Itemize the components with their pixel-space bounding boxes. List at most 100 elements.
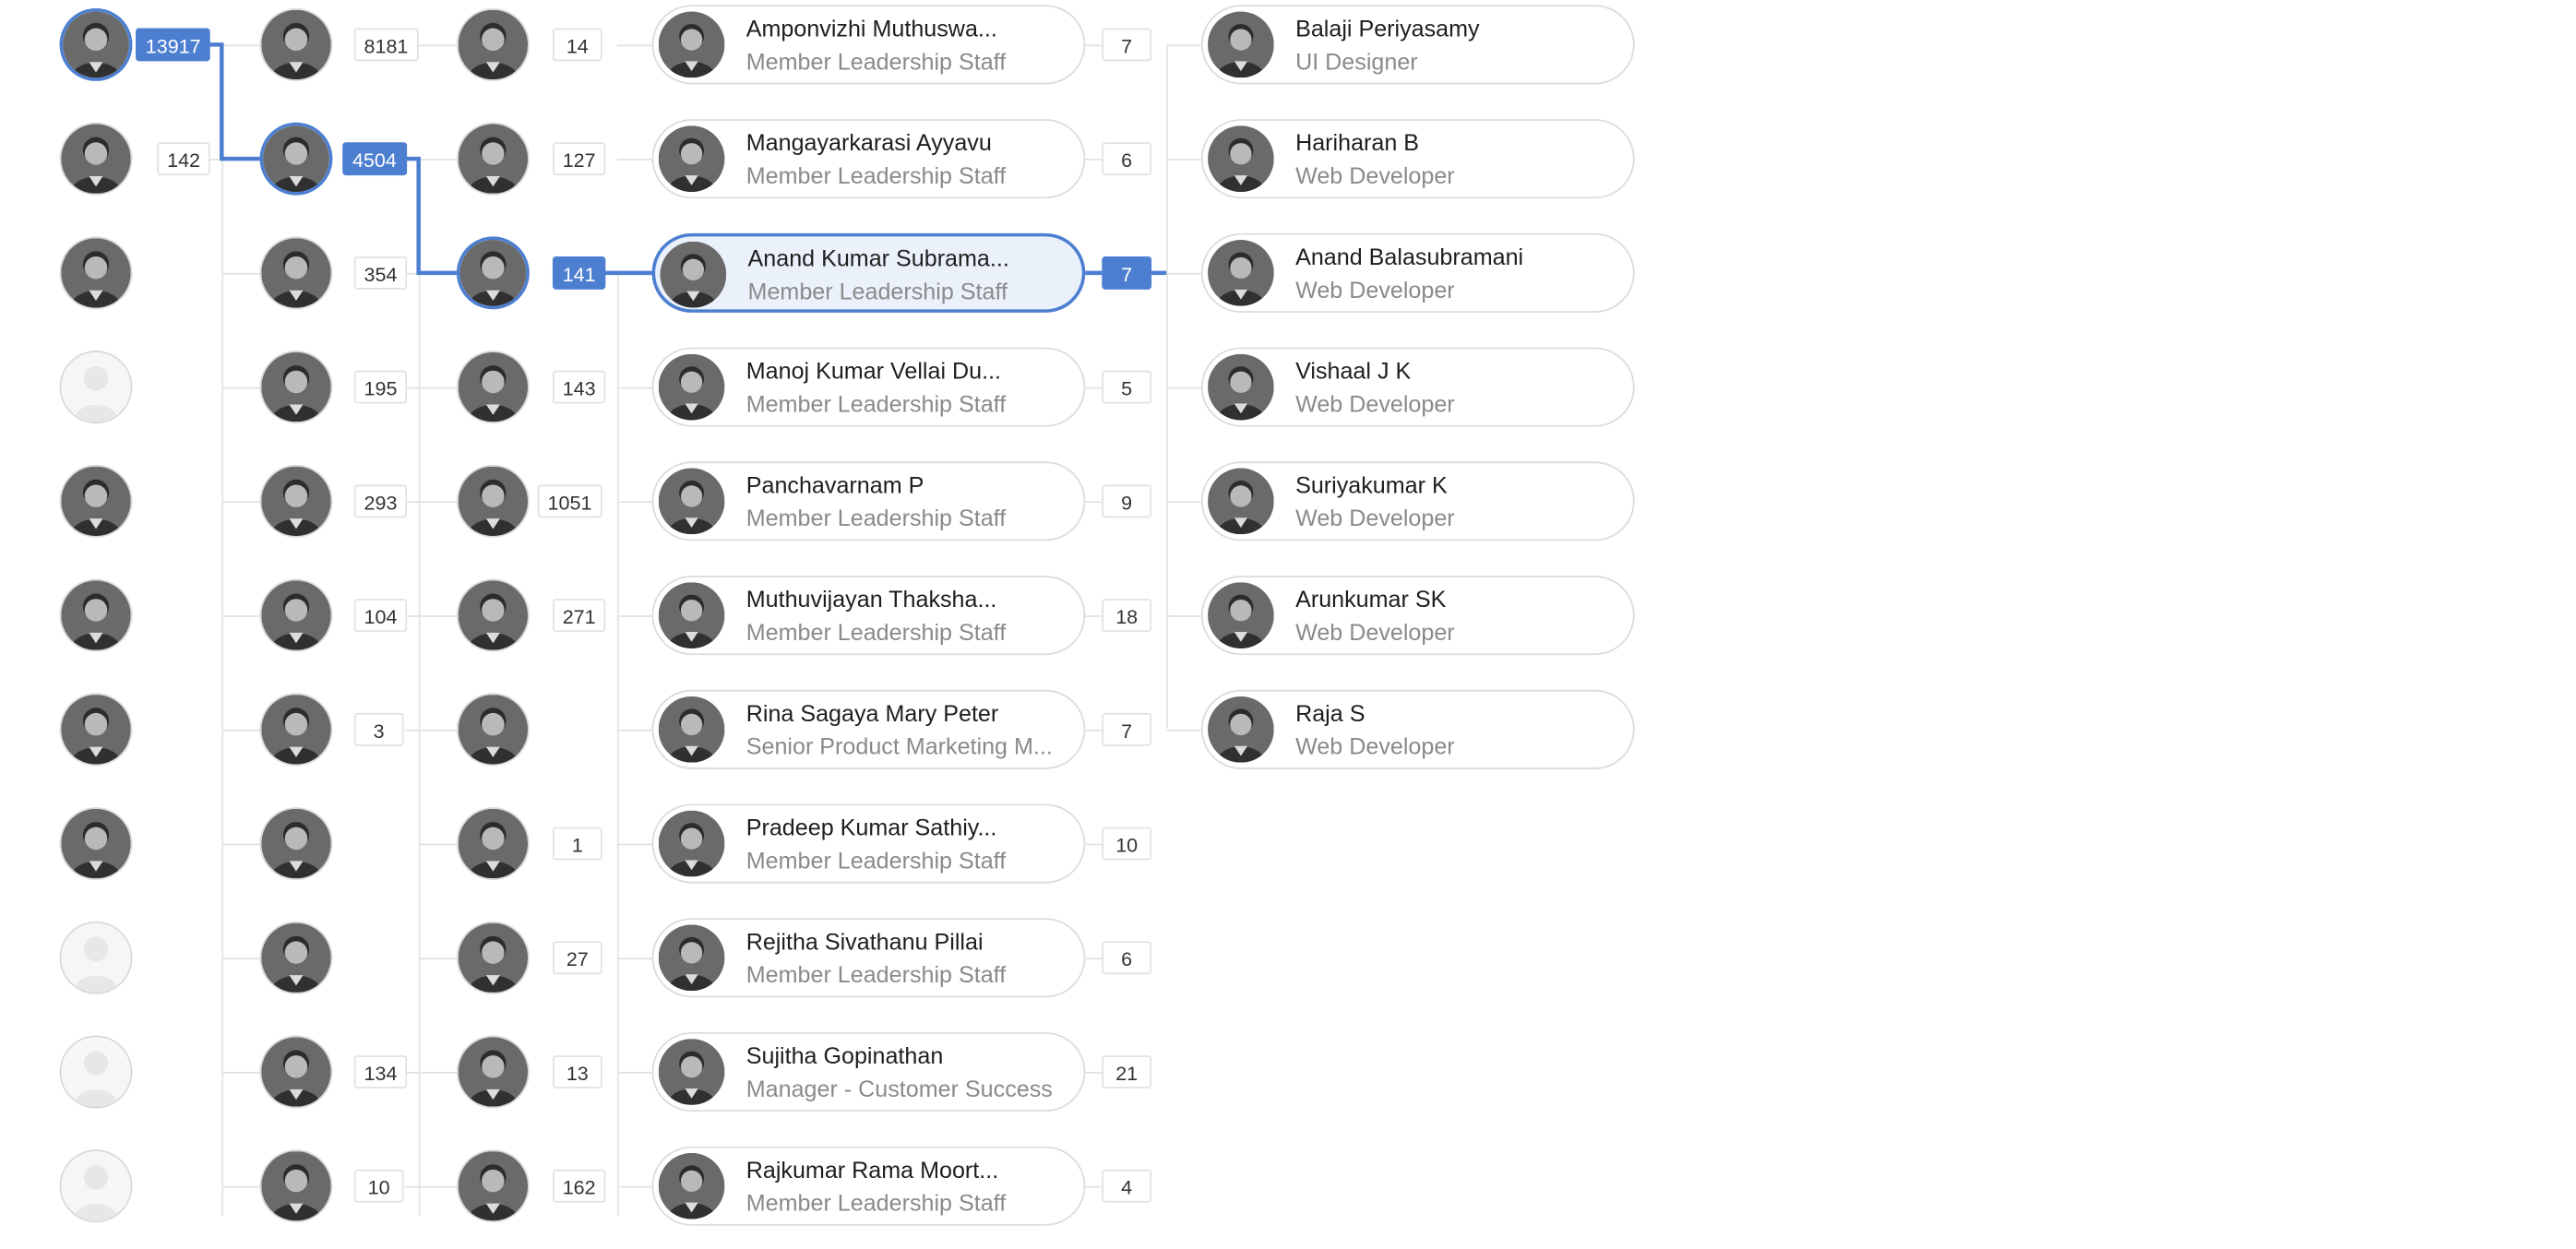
employee-card[interactable]: Raja S Web Developer [1200, 689, 1635, 769]
colleague-avatar[interactable] [456, 236, 530, 310]
colleague-avatar[interactable] [259, 1149, 333, 1223]
reportee-count-badge[interactable]: 293 [353, 484, 408, 518]
employee-card[interactable]: Anand Kumar Subrama... Member Leadership … [651, 232, 1086, 313]
colleague-avatar[interactable] [259, 7, 333, 81]
reportee-count-badge[interactable]: 13917 [136, 28, 211, 62]
colleague-avatar[interactable] [456, 807, 530, 880]
employee-card[interactable]: Amponvizhi Muthuswa... Member Leadership … [651, 5, 1086, 85]
employee-card[interactable]: Suriyakumar K Web Developer [1200, 461, 1635, 541]
reportee-count-badge[interactable]: 1 [552, 827, 602, 861]
manager-avatar[interactable] [59, 693, 133, 767]
tree-connector [405, 615, 419, 617]
reportee-count-badge[interactable]: 4 [1102, 1169, 1152, 1203]
reportee-count-badge[interactable]: 3 [353, 712, 404, 746]
tree-connector [616, 159, 652, 161]
reportee-count-badge[interactable]: 195 [353, 370, 408, 404]
person-photo [458, 124, 529, 194]
colleague-avatar[interactable] [259, 807, 333, 880]
reportee-count-badge[interactable]: 27 [552, 941, 602, 975]
employee-card[interactable]: Balaji Periyasamy UI Designer [1200, 5, 1635, 85]
colleague-avatar[interactable] [259, 578, 333, 652]
reportee-count-badge[interactable]: 1051 [537, 484, 602, 518]
employee-card[interactable]: Rejitha Sivathanu Pillai Member Leadershi… [651, 918, 1086, 998]
reportee-count-badge[interactable]: 7 [1102, 28, 1152, 62]
reportee-count-badge[interactable]: 104 [353, 599, 408, 633]
employee-card[interactable]: Sujitha Gopinathan Manager - Customer Suc… [651, 1031, 1086, 1112]
reportee-count-badge[interactable]: 143 [552, 370, 606, 404]
employee-card[interactable]: Anand Balasubramani Web Developer [1200, 232, 1635, 313]
person-photo [261, 238, 331, 308]
reportee-count-badge[interactable]: 13 [552, 1055, 602, 1088]
reportee-count-badge[interactable]: 18 [1102, 599, 1152, 633]
colleague-avatar[interactable] [456, 351, 530, 424]
manager-avatar[interactable] [59, 1149, 133, 1223]
reportee-count-badge[interactable]: 7 [1102, 712, 1152, 746]
colleague-avatar[interactable] [456, 1035, 530, 1109]
tree-connector [221, 1072, 260, 1074]
colleague-avatar[interactable] [259, 351, 333, 424]
colleague-avatar[interactable] [259, 236, 333, 310]
reportee-count-badge[interactable]: 21 [1102, 1055, 1152, 1088]
manager-avatar[interactable] [59, 236, 133, 310]
manager-avatar[interactable] [59, 1035, 133, 1109]
reportee-count-badge[interactable]: 134 [353, 1055, 408, 1088]
manager-avatar[interactable] [59, 7, 133, 81]
person-photo [458, 466, 529, 537]
colleague-avatar[interactable] [456, 122, 530, 196]
employee-card[interactable]: Pradeep Kumar Sathiy... Member Leadership… [651, 803, 1086, 884]
person-photo [458, 9, 529, 80]
reportee-count-badge[interactable]: 14 [552, 28, 602, 62]
colleague-avatar[interactable] [259, 921, 333, 994]
employee-card[interactable]: Vishaal J K Web Developer [1200, 347, 1635, 427]
manager-avatar[interactable] [59, 351, 133, 424]
manager-avatar[interactable] [59, 578, 133, 652]
reportee-count-badge[interactable]: 9 [1102, 484, 1152, 518]
tree-connector [221, 1185, 260, 1188]
reportee-count-badge[interactable]: 5 [1102, 370, 1152, 404]
employee-name: Anand Balasubramani [1295, 243, 1524, 270]
colleague-avatar[interactable] [456, 921, 530, 994]
manager-avatar[interactable] [59, 464, 133, 538]
reportee-count-badge[interactable]: 7 [1102, 256, 1152, 290]
reportee-count-badge[interactable]: 142 [157, 142, 210, 176]
employee-card[interactable]: Hariharan B Web Developer [1200, 119, 1635, 199]
reportee-count-badge[interactable]: 10 [353, 1169, 404, 1203]
reportee-count-badge[interactable]: 10 [1102, 827, 1152, 861]
colleague-avatar[interactable] [456, 578, 530, 652]
manager-avatar[interactable] [59, 122, 133, 196]
colleague-avatar[interactable] [456, 1149, 530, 1223]
tree-connector [1085, 729, 1103, 732]
employee-card[interactable]: Rajkumar Rama Moort... Member Leadership … [651, 1146, 1086, 1226]
colleague-avatar[interactable] [259, 693, 333, 767]
colleague-avatar[interactable] [456, 464, 530, 538]
tree-connector [616, 44, 652, 47]
employee-card[interactable]: Panchavarnam P Member Leadership Staff [651, 461, 1086, 541]
employee-card[interactable]: Rina Sagaya Mary Peter Senior Product Mar… [651, 689, 1086, 769]
colleague-avatar[interactable] [456, 693, 530, 767]
employee-card[interactable]: Manoj Kumar Vellai Du... Member Leadershi… [651, 347, 1086, 427]
employee-title: Manager - Customer Success [745, 1075, 1053, 1102]
manager-avatar[interactable] [59, 921, 133, 994]
employee-card[interactable]: Mangayarkarasi Ayyavu Member Leadership S… [651, 119, 1086, 199]
manager-avatar[interactable] [59, 807, 133, 880]
colleague-avatar[interactable] [456, 7, 530, 81]
reportee-count-badge[interactable]: 6 [1102, 941, 1152, 975]
reportee-count-badge[interactable]: 4504 [342, 142, 407, 176]
employee-card[interactable]: Muthuvijayan Thaksha... Member Leadership… [651, 576, 1086, 656]
reportee-count-badge[interactable]: 162 [552, 1169, 606, 1203]
employee-avatar [658, 924, 725, 992]
employee-name: Anand Kumar Subrama... [747, 244, 1009, 272]
reportee-count-badge[interactable]: 8181 [353, 28, 419, 62]
colleague-avatar[interactable] [259, 1035, 333, 1109]
reportee-count-badge[interactable]: 6 [1102, 142, 1152, 176]
employee-name: Vishaal J K [1295, 357, 1412, 385]
reportee-count-badge[interactable]: 141 [552, 256, 606, 290]
colleague-avatar[interactable] [259, 122, 333, 196]
tree-connector [1166, 159, 1201, 161]
reportee-count-badge[interactable]: 127 [552, 142, 606, 176]
reportee-count-badge[interactable]: 354 [353, 256, 408, 290]
employee-card[interactable]: Arunkumar SK Web Developer [1200, 576, 1635, 656]
reportee-count-badge[interactable]: 271 [552, 599, 606, 633]
colleague-avatar[interactable] [259, 464, 333, 538]
person-photo [261, 808, 331, 879]
